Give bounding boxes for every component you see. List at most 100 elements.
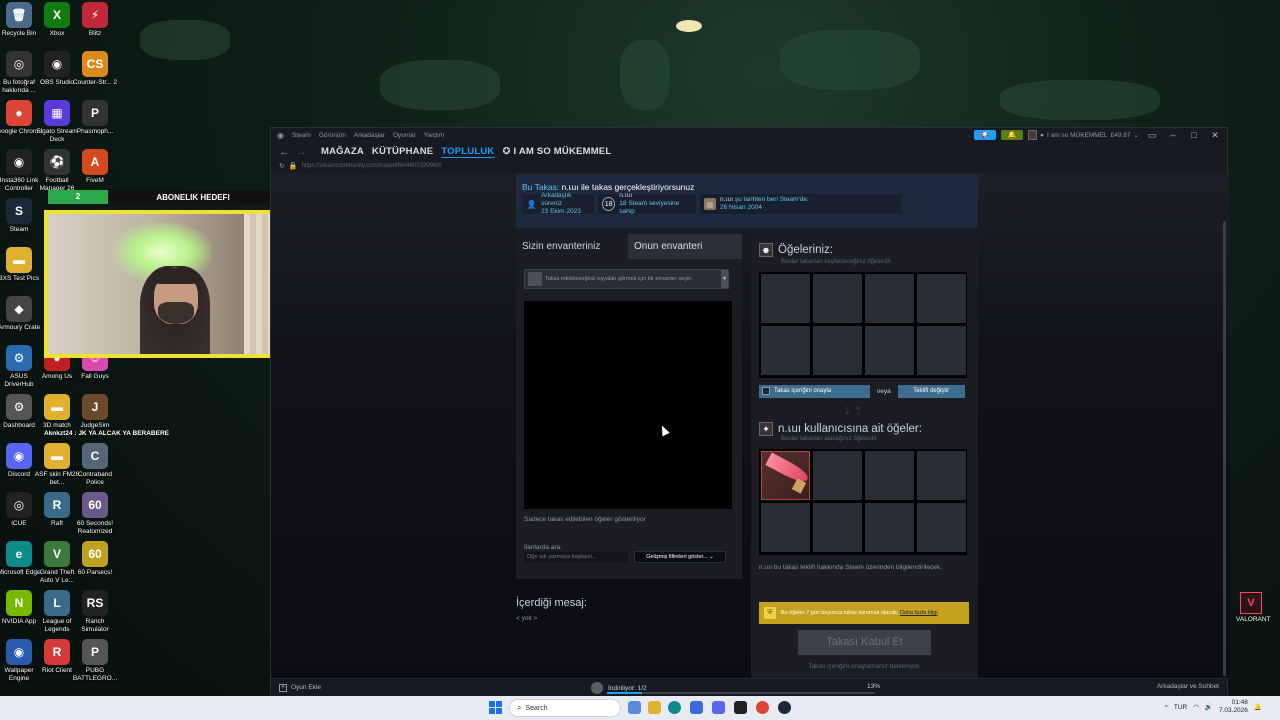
nav-library[interactable]: KÜTÜPHANE [372, 146, 433, 157]
app-icon: V [44, 541, 70, 567]
notification-bell-icon[interactable]: 🔔 [1001, 130, 1024, 140]
broadcast-icon[interactable]: 📢 [974, 130, 997, 140]
confirm-row: Takas içeriğini onayla veya Teklifi deği… [759, 384, 967, 398]
taskbar-steam-icon[interactable] [778, 701, 791, 714]
search-input[interactable] [524, 552, 628, 562]
forward-arrow-icon[interactable]: → [296, 146, 307, 158]
tab-your-inventory[interactable]: Sizin envanteriniz [516, 234, 628, 259]
nav-profile[interactable]: ✪ I AM SO MÜKEMMEL [503, 146, 612, 157]
desktop-icon-label: FiveM [86, 177, 104, 184]
trade-offer-page: Bu Takas: n.เuı ile takas gerçekleştiriy… [271, 173, 1229, 678]
item-slot[interactable] [813, 274, 862, 323]
desktop-icon-label: 3XS Test Pics [0, 275, 39, 282]
friends-chat-button[interactable]: Arkadaşlar ve Sohbet [1157, 683, 1219, 690]
taskbar-chrome-icon[interactable] [756, 701, 769, 714]
desktop-icon[interactable]: A FiveM [72, 149, 118, 185]
knife-item[interactable] [761, 451, 811, 500]
clock[interactable]: 01:48 7.03.2026 [1219, 699, 1248, 715]
language-indicator[interactable]: TUR [1174, 704, 1187, 711]
menu-steam[interactable]: Steam [292, 132, 311, 139]
notification-bell-icon[interactable]: 🔔 [1254, 703, 1262, 711]
tab-their-inventory[interactable]: Onun envanteri [628, 234, 742, 259]
account-menu[interactable]: ● I am so MÜKEMMEL £49.87 ⌄ [1028, 130, 1139, 140]
desktop-icon[interactable]: CS Counter-Str... 2 [72, 51, 118, 87]
confirm-trade-checkbox[interactable]: Takas içeriğini onayla [759, 384, 870, 398]
item-slot[interactable] [761, 503, 810, 552]
desktop-icon[interactable]: ▬ 3XS Test Pics [0, 247, 42, 283]
minimize-icon[interactable]: – [1165, 130, 1181, 140]
taskbar-copilot-icon[interactable] [628, 701, 641, 714]
checkbox [762, 387, 770, 395]
trade-items-panel: ☻ Öğeleriniz: Bunlar takastan kaybedeceğ… [751, 234, 978, 678]
taskbar-search[interactable]: ⌕ Search [509, 699, 621, 717]
desktop-icon[interactable]: ⚡ Blitz [72, 2, 118, 38]
volume-icon[interactable]: 🔊 [1205, 703, 1213, 711]
your-items-header: ☻ Öğeleriniz: [759, 243, 833, 257]
search-icon: ⌕ [517, 703, 522, 712]
item-slot[interactable] [917, 503, 966, 552]
desktop-icon-valorant[interactable]: V VALORANT [1236, 592, 1271, 623]
tray-chevron-icon[interactable]: ^ [1165, 704, 1168, 711]
wallpaper-shape [780, 30, 920, 90]
item-slot[interactable] [813, 503, 862, 552]
desktop-icon[interactable]: 60 60 Seconds! Reatomized [72, 492, 118, 536]
app-icon: ⚙ [6, 345, 32, 371]
item-slot[interactable] [865, 326, 914, 375]
app-icon: 60 [82, 541, 108, 567]
item-slot[interactable] [917, 274, 966, 323]
avatar: ✦ [759, 422, 773, 436]
desktop-icon[interactable]: RS Ranch Simulator [72, 590, 118, 634]
item-slot[interactable] [761, 326, 810, 375]
learn-more-link[interactable]: Daha fazla bilgi [900, 610, 938, 616]
item-slot[interactable] [761, 274, 810, 323]
item-slot[interactable] [917, 326, 966, 375]
wifi-icon[interactable]: ◠ [1193, 703, 1199, 711]
page-url[interactable]: https://steamcommunity.com/tradeoffer/46… [302, 163, 442, 169]
add-game-button[interactable]: + Oyun Ekle [279, 683, 321, 692]
menu-friends[interactable]: Arkadaşlar [354, 132, 385, 139]
taskbar-discord-icon[interactable] [712, 701, 725, 714]
desktop-icon[interactable]: S Steam [0, 198, 42, 234]
item-slot[interactable] [865, 274, 914, 323]
close-icon[interactable]: ✕ [1207, 130, 1223, 141]
desktop-icon[interactable]: 60 60 Parsecs! [72, 541, 118, 577]
inventory-area[interactable] [524, 301, 732, 509]
app-icon: ◎ [6, 51, 32, 77]
nav-community[interactable]: TOPLULUK [441, 146, 494, 157]
desktop-icon-label: PUBG BATTLEGRO... [72, 667, 118, 682]
back-arrow-icon[interactable]: ← [279, 146, 290, 158]
nav-store[interactable]: MAĞAZA [321, 146, 364, 157]
item-slot[interactable] [865, 503, 914, 552]
maximize-icon[interactable]: □ [1186, 130, 1202, 140]
windows-start-icon[interactable] [489, 701, 502, 714]
taskbar-explorer-icon[interactable] [648, 701, 661, 714]
desktop-icon[interactable]: P PUBG BATTLEGRO... [72, 639, 118, 683]
item-slot[interactable] [813, 326, 862, 375]
level-info: 18 n.เuı 18 Steam seviyesine sahip [598, 192, 696, 215]
change-offer-button[interactable]: Teklifi değiştir [897, 384, 965, 398]
big-picture-icon[interactable]: ▭ [1144, 130, 1160, 141]
item-slot[interactable] [917, 451, 966, 500]
desktop-icon-label: 60 Seconds! Reatomized [76, 520, 114, 535]
item-slot[interactable] [865, 451, 914, 500]
advanced-filters-button[interactable]: Gelişmiş filtreleri göster... ⌄ [634, 551, 726, 563]
desktop-icon[interactable]: P Phasmoph... [72, 100, 118, 136]
inventory-tabs: Sizin envanteriniz Onun envanteri [516, 234, 742, 259]
taskbar-edge-icon[interactable] [668, 701, 681, 714]
taskbar-store-icon[interactable] [690, 701, 703, 714]
accept-trade-button[interactable]: Takası Kabul Et [798, 630, 931, 655]
chat-message: Aknkzt24 : JK YA ALCAK YA BERABERE [44, 430, 169, 437]
menu-help[interactable]: Yardım [424, 132, 444, 139]
refresh-icon[interactable]: ↻ [279, 162, 285, 170]
your-items-grid [759, 272, 967, 378]
desktop-icon[interactable]: J JudgeSim [72, 394, 118, 430]
inventory-select[interactable]: Takas edebileceğiniz eşyaları görmek içi… [524, 269, 729, 289]
desktop-icon[interactable]: ◆ Armoury Crate [0, 296, 42, 332]
item-slot[interactable] [813, 451, 862, 500]
menu-view[interactable]: Görünüm [319, 132, 346, 139]
scrollbar[interactable] [1223, 221, 1226, 676]
taskbar-obs-icon[interactable] [734, 701, 747, 714]
desktop-icon[interactable]: C Contraband Police [72, 443, 118, 487]
menu-games[interactable]: Oyunlar [393, 132, 416, 139]
chevron-down-icon: ▼ [721, 270, 728, 288]
